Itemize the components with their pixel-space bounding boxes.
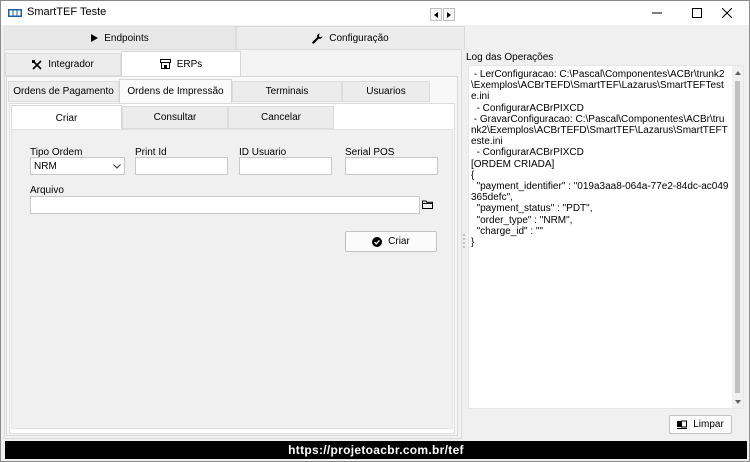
tab-endpoints[interactable]: Endpoints <box>4 26 236 50</box>
id-usuario-input[interactable] <box>239 157 332 175</box>
log-content: - LerConfiguracao: C:\Pascal\Componentes… <box>471 69 729 249</box>
chevron-down-icon <box>113 163 121 169</box>
arrow-left-icon <box>434 11 438 18</box>
footer-url[interactable]: https://projetoacbr.com.br/tef <box>288 443 464 457</box>
store-icon <box>159 59 171 69</box>
minimize-icon <box>652 12 662 14</box>
check-circle-icon <box>372 236 383 247</box>
title-bar: SmartTEF Teste <box>1 1 749 25</box>
criar-button[interactable]: Criar <box>345 231 437 252</box>
wrench-icon <box>312 33 323 44</box>
tab-integrador[interactable]: Integrador <box>5 53 121 76</box>
tab-label: ERPs <box>176 58 203 70</box>
tab-consultar[interactable]: Consultar <box>122 106 228 129</box>
tipo-ordem-select[interactable]: NRM <box>30 157 125 175</box>
maximize-icon <box>692 8 702 18</box>
tab-scroll-left-button[interactable] <box>430 8 442 21</box>
limpar-button[interactable]: Limpar <box>669 415 732 434</box>
app-icon <box>8 9 22 17</box>
arquivo-label: Arquivo <box>30 185 64 196</box>
arquivo-input[interactable] <box>30 196 420 214</box>
print-id-input[interactable] <box>135 157 228 175</box>
criar-button-label: Criar <box>388 236 410 247</box>
main-tab-bar: Endpoints Configuração <box>4 26 465 50</box>
sub-tab-bar: Integrador ERPs <box>5 50 241 76</box>
serial-pos-input[interactable] <box>345 157 438 175</box>
arrow-right-icon <box>447 11 451 18</box>
tipo-ordem-value: NRM <box>34 160 57 172</box>
tab-label: Integrador <box>48 59 94 70</box>
log-title: Log das Operações <box>466 52 554 63</box>
tab-criar[interactable]: Criar <box>11 105 122 130</box>
tab-ordens-de-impressao[interactable]: Ordens de Impressão <box>119 79 232 103</box>
tab-label: Configuração <box>329 33 389 44</box>
action-tab-bar: Criar Consultar Cancelar <box>11 105 336 130</box>
app-window: SmartTEF Teste Endpoints Configuração In… <box>0 0 750 462</box>
window-title: SmartTEF Teste <box>27 6 107 18</box>
scroll-up-button[interactable] <box>732 67 743 78</box>
tab-terminais[interactable]: Terminais <box>232 81 342 102</box>
scroll-down-button[interactable] <box>732 396 743 407</box>
play-icon <box>91 34 99 42</box>
limpar-button-label: Limpar <box>693 419 724 430</box>
tab-configuracao[interactable]: Configuração <box>236 26 465 50</box>
tab-cancelar[interactable]: Cancelar <box>228 106 334 129</box>
tab-ordens-de-pagamento[interactable]: Ordens de Pagamento <box>8 81 119 102</box>
tab-usuarios[interactable]: Usuarios <box>342 81 430 102</box>
splitter-handle[interactable] <box>462 231 466 251</box>
close-button[interactable] <box>704 1 750 25</box>
erp-tab-bar: Ordens de Pagamento Ordens de Impressão … <box>8 79 448 103</box>
tab-label: Endpoints <box>104 32 149 44</box>
arrow-up-icon <box>734 70 741 75</box>
tab-erps[interactable]: ERPs <box>121 51 241 76</box>
folder-icon[interactable] <box>422 200 433 209</box>
scroll-thumb[interactable] <box>735 81 740 393</box>
tools-icon <box>32 59 42 70</box>
arrow-down-icon <box>734 399 741 404</box>
tab-scroll-right-button[interactable] <box>443 8 455 21</box>
footer-banner: https://projetoacbr.com.br/tef <box>5 441 747 459</box>
eraser-icon <box>677 420 688 429</box>
close-icon <box>722 8 732 18</box>
